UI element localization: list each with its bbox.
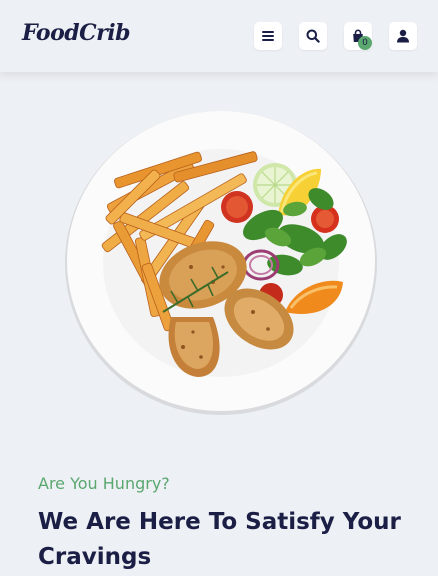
menu-icon [262,31,274,41]
cart-button[interactable]: 0 [344,22,372,50]
menu-button[interactable] [254,22,282,50]
brand-logo[interactable]: FoodCrib [22,20,131,46]
hero-subtitle: Are You Hungry? [38,474,170,493]
cart-count-badge: 0 [358,36,372,50]
hero-headline: We Are Here To Satisfy Your Cravings [38,509,401,570]
account-button[interactable] [389,22,417,50]
food-plate-image [65,111,377,415]
search-button[interactable] [299,22,327,50]
user-icon [397,29,409,43]
page: FoodCrib 0 Are You Hungry? We Are Here T… [0,0,438,576]
search-icon [306,29,320,43]
top-navbar: FoodCrib 0 [0,0,438,72]
